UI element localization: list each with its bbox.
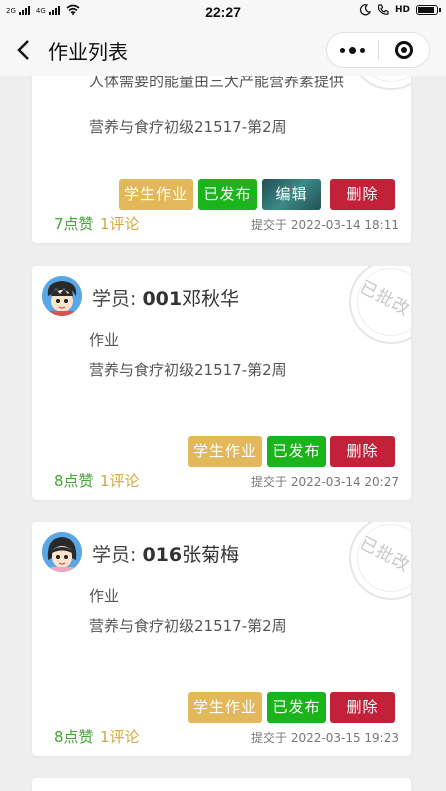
student-fullname: 张菊梅 — [182, 544, 240, 566]
battery-icon — [416, 5, 441, 15]
phone-icon — [377, 4, 389, 15]
homework-card — [32, 778, 411, 791]
avatar-cartoon-girl — [42, 532, 82, 572]
moon-icon — [359, 4, 371, 16]
student-id: 016 — [142, 544, 183, 566]
student-label: 学员: — [92, 544, 143, 566]
avatar — [42, 532, 82, 572]
homework-list: 人体需要的能量由三大产能营养素提供 营养与食疗初级21517-第2周 学生作业 … — [0, 76, 446, 791]
comments-count[interactable]: 1评论 — [100, 470, 140, 491]
homework-card: 已批改 学员: 001邓秋华 作业 营养与食疗初级21517-第2周 学生作业 … — [32, 266, 411, 500]
homework-title: 作业 — [89, 331, 120, 349]
course-name: 营养与食疗初级21517-第2周 — [89, 118, 287, 136]
student-id: 001 — [142, 288, 183, 310]
chevron-left-icon[interactable] — [14, 38, 34, 62]
reviewed-stamp-text: 已批改 — [356, 533, 411, 577]
published-button[interactable]: 已发布 — [267, 692, 326, 723]
likes-count[interactable]: 8点赞 — [54, 726, 94, 747]
published-button[interactable]: 已发布 — [267, 436, 326, 467]
reviewed-stamp-text: 已批改 — [356, 277, 411, 321]
submit-time: 提交于 2022-03-14 18:11 — [251, 218, 399, 232]
edit-button[interactable]: 编辑 — [262, 179, 321, 210]
course-name: 营养与食疗初级21517-第2周 — [89, 361, 287, 379]
homework-title: 人体需要的能量由三大产能营养素提供 — [89, 76, 345, 90]
published-button[interactable]: 已发布 — [198, 179, 257, 210]
likes-count[interactable]: 7点赞 — [54, 213, 94, 234]
student-homework-button[interactable]: 学生作业 — [119, 179, 193, 210]
likes-count[interactable]: 8点赞 — [54, 470, 94, 491]
hd-badge: HD — [394, 5, 410, 15]
status-right: HD — [359, 4, 441, 16]
student-label: 学员: — [92, 288, 143, 310]
comments-count[interactable]: 1评论 — [100, 213, 140, 234]
miniprogram-capsule — [326, 32, 430, 68]
course-name: 营养与食疗初级21517-第2周 — [89, 617, 287, 635]
delete-button[interactable]: 删除 — [330, 692, 395, 723]
nav-bar: 作业列表 — [0, 24, 446, 76]
homework-title: 作业 — [89, 587, 120, 605]
status-bar: 2G 4G 22:27 HD — [0, 0, 446, 24]
more-dots-icon[interactable] — [327, 46, 378, 54]
delete-button[interactable]: 删除 — [330, 179, 395, 210]
student-name: 学员: 001邓秋华 — [92, 284, 239, 311]
homework-card: 已批改 学员: 016张菊梅 作业 营养与食疗初级21517-第2周 学生作业 … — [32, 522, 411, 756]
avatar-cartoon-boy — [42, 276, 82, 316]
student-homework-button[interactable]: 学生作业 — [188, 692, 262, 723]
submit-time: 提交于 2022-03-14 20:27 — [251, 475, 399, 489]
page-title: 作业列表 — [48, 40, 128, 64]
avatar — [42, 276, 82, 316]
delete-button[interactable]: 删除 — [330, 436, 395, 467]
homework-card: 人体需要的能量由三大产能营养素提供 营养与食疗初级21517-第2周 学生作业 … — [32, 76, 411, 243]
student-homework-button[interactable]: 学生作业 — [188, 436, 262, 467]
student-name: 学员: 016张菊梅 — [92, 540, 239, 567]
miniprogram-close-icon[interactable] — [378, 41, 429, 59]
student-fullname: 邓秋华 — [182, 288, 240, 310]
submit-time: 提交于 2022-03-15 19:23 — [251, 731, 399, 745]
comments-count[interactable]: 1评论 — [100, 726, 140, 747]
